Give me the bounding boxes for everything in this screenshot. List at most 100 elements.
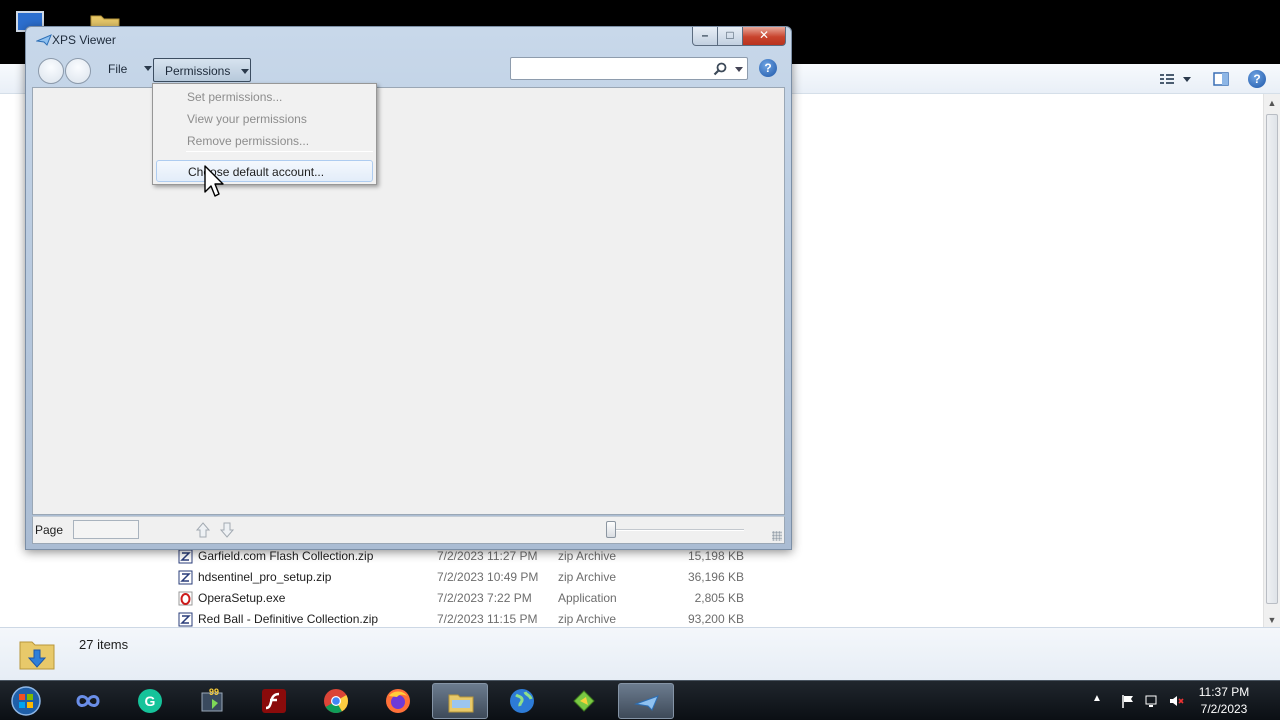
chevron-down-icon[interactable] [1182,70,1192,88]
zoom-slider-thumb[interactable] [606,521,616,538]
file-date: 7/2/2023 10:49 PM [437,570,539,584]
resize-grip-icon[interactable] [772,531,782,541]
scroll-down-icon[interactable]: ▼ [1267,615,1277,625]
zip-icon [178,570,193,585]
view-options-icon[interactable] [1158,70,1176,88]
menu-item-choose-default-account[interactable]: Choose default account... [156,160,373,182]
menu-item-view-permissions[interactable]: View your permissions [156,108,373,130]
clock-time[interactable]: 11:37 PM [1194,685,1254,699]
file-explorer-icon [448,694,474,713]
clock-date[interactable]: 7/2/2023 [1194,702,1254,716]
xps-toolbar: File Permissions ? [32,56,785,86]
previous-page-icon[interactable] [194,520,212,540]
explorer-scrollbar[interactable]: ▲ ▼ [1263,94,1280,629]
volume-muted-icon[interactable] [1168,693,1184,709]
xps-viewer-window: XPS Viewer – □ ✕ File Permissions ? Page [25,26,792,550]
taskbar-app[interactable] [432,683,488,719]
xps-viewer-icon [634,695,659,711]
search-options-chevron-icon[interactable] [735,67,743,72]
menu-item-label: View your permissions [187,112,307,126]
explorer-status-bar: 27 items [0,627,1280,680]
svg-text:99: 99 [209,687,219,697]
close-icon: ✕ [758,28,770,42]
menu-item-label: Set permissions... [187,90,283,104]
menu-separator [186,151,373,152]
flash-icon [262,689,286,713]
taskbar-app[interactable] [494,683,550,719]
menu-item-label: Remove permissions... [187,134,310,148]
document-area[interactable] [32,87,785,515]
taskbar-app[interactable]: G [122,683,178,719]
file-name: hdsentinel_pro_setup.zip [198,570,332,584]
minimize-icon: – [701,28,709,42]
grammarly-icon: G [138,689,162,713]
file-menu[interactable]: File [108,62,127,80]
chevron-down-icon [241,69,249,74]
taskbar-app[interactable] [60,683,116,719]
forward-button[interactable] [65,58,91,84]
taskbar: G 99 ▲ 11:37 PM 7/2/2023 [0,680,1280,720]
svg-text:G: G [145,693,156,709]
scroll-up-icon[interactable]: ▲ [1267,98,1277,108]
show-hidden-icons-icon[interactable]: ▲ [1092,693,1108,709]
help-icon[interactable]: ? [759,59,777,77]
file-size: 36,196 KB [687,570,744,584]
mouse-cursor-icon [204,165,224,197]
file-name: OperaSetup.exe [198,591,286,605]
chevron-down-icon[interactable] [144,66,152,71]
explorer-help-icon[interactable]: ? [1248,70,1266,88]
file-size: 93,200 KB [687,612,744,626]
file-type: zip Archive [558,612,617,626]
item-count: 27 items [79,637,129,652]
action-center-flag-icon[interactable] [1120,693,1136,709]
minimize-button[interactable]: – [692,27,718,46]
search-input[interactable] [510,57,748,80]
maximize-button[interactable]: □ [717,27,743,46]
zip-icon [178,612,193,627]
file-row[interactable]: OperaSetup.exe 7/2/2023 7:22 PM Applicat… [176,588,766,609]
zoom-slider-track[interactable] [610,529,744,531]
chrome-icon [324,689,348,714]
system-tray: ▲ 11:37 PM 7/2/2023 [1090,681,1280,720]
page-number-input[interactable] [73,520,139,539]
navigation-pane [0,94,25,624]
taskbar-app[interactable] [308,683,364,719]
title-bar[interactable]: XPS Viewer – □ ✕ [26,27,791,55]
taskbar-app[interactable] [370,683,426,719]
menu-item-remove-permissions[interactable]: Remove permissions... [156,130,373,152]
permissions-dropdown: Set permissions... View your permissions… [152,83,377,185]
file-type: Application [558,591,617,605]
taskbar-app[interactable] [618,683,674,719]
permissions-menu-button[interactable]: Permissions [153,58,251,82]
window-title: XPS Viewer [52,33,116,47]
preview-pane-icon[interactable] [1212,70,1230,88]
start-button[interactable] [0,683,52,719]
network-icon[interactable] [1144,693,1160,709]
scrollbar-thumb[interactable] [1266,114,1278,604]
permissions-label: Permissions [165,64,231,78]
zip-icon [178,549,193,564]
file-row[interactable]: hdsentinel_pro_setup.zip 7/2/2023 10:49 … [176,567,766,588]
next-page-icon[interactable] [218,520,236,540]
file-size: 15,198 KB [687,549,744,563]
app-99-icon: 99 [201,687,223,712]
page-label: Page [35,523,64,537]
xps-status-bar: Page [32,516,785,544]
file-name: Red Ball - Definitive Collection.zip [198,612,379,626]
taskbar-app[interactable]: 99 [184,683,240,719]
file-date: 7/2/2023 7:22 PM [437,591,532,605]
file-date: 7/2/2023 11:27 PM [437,549,538,563]
taskbar-app[interactable] [246,683,302,719]
firefox-icon [386,689,410,713]
menu-item-set-permissions[interactable]: Set permissions... [156,86,373,108]
opera-icon [178,591,193,606]
close-button[interactable]: ✕ [742,27,786,46]
taskbar-app[interactable] [556,683,612,719]
infinity-app-icon [76,695,100,707]
app-diamond-icon [573,690,595,712]
search-icon[interactable] [712,61,728,77]
file-date: 7/2/2023 11:15 PM [437,612,538,626]
globe-icon [510,689,534,713]
file-name: Garfield.com Flash Collection.zip [198,549,374,563]
back-button[interactable] [38,58,64,84]
